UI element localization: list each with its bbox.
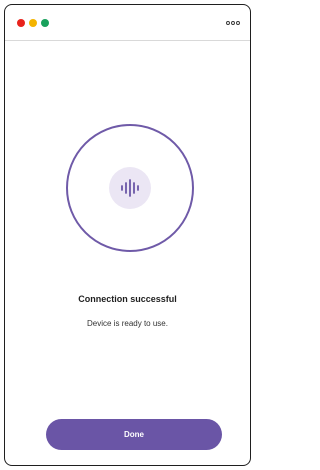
done-button[interactable]: Done [46, 419, 222, 450]
maximize-window-button[interactable] [41, 19, 49, 27]
more-options-button[interactable] [224, 14, 242, 32]
status-title: Connection successful [78, 294, 177, 304]
status-message: Device is ready to use. [87, 319, 168, 328]
app-window: Connection successful Device is ready to… [4, 4, 251, 466]
more-horizontal-icon [226, 21, 240, 25]
device-status-badge [109, 167, 151, 209]
audio-waveform-icon [121, 179, 139, 197]
minimize-window-button[interactable] [29, 19, 37, 27]
title-bar [5, 5, 250, 41]
close-window-button[interactable] [17, 19, 25, 27]
